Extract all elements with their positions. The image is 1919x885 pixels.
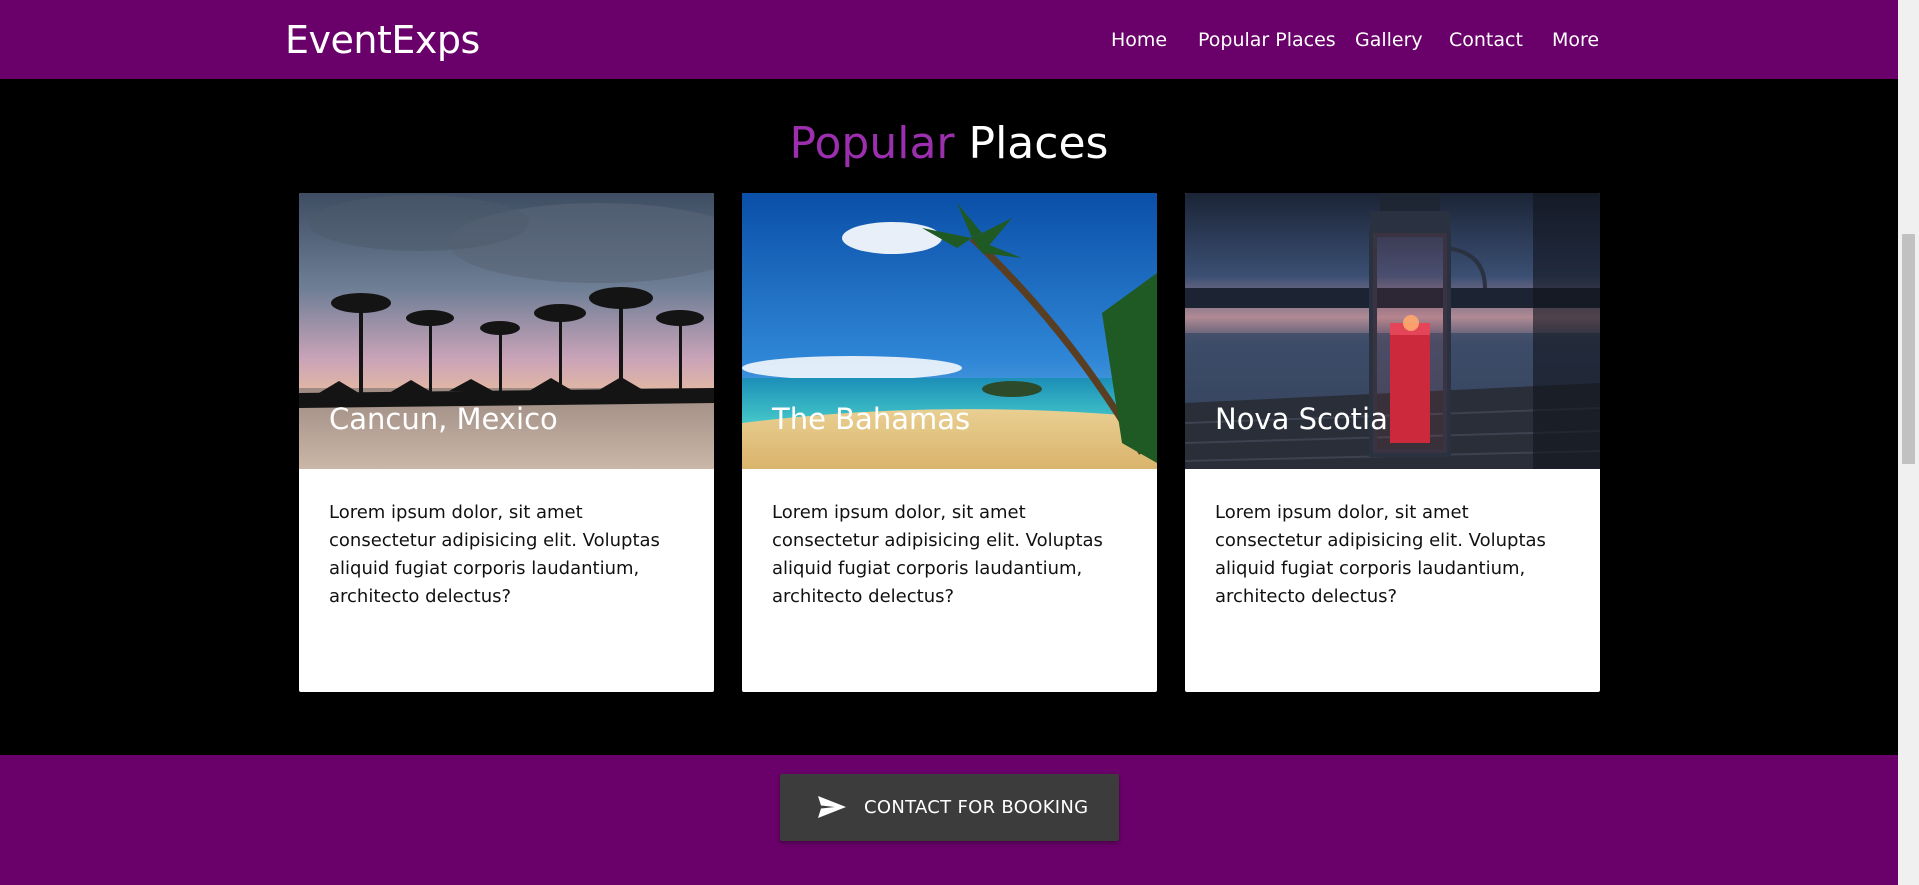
card-title-cancun: Cancun, Mexico [329, 402, 558, 436]
card-image-bahamas: The Bahamas [742, 193, 1157, 469]
contact-for-booking-button[interactable]: CONTACT FOR BOOKING [780, 774, 1119, 841]
place-card-nova-scotia: Nova Scotia Lorem ipsum dolor, sit amet … [1185, 193, 1600, 692]
navbar: EventExps Home Popular Places Gallery Co… [0, 0, 1898, 79]
card-title-bahamas: The Bahamas [772, 402, 971, 436]
card-title-nova-scotia: Nova Scotia [1215, 402, 1388, 436]
brand-logo[interactable]: EventExps [285, 18, 480, 62]
nav-contact[interactable]: Contact [1449, 28, 1523, 52]
place-card-cancun: Cancun, Mexico Lorem ipsum dolor, sit am… [299, 193, 714, 692]
section-title-main: Places [968, 118, 1109, 169]
nav-more[interactable]: More [1552, 28, 1599, 52]
scrollbar-thumb[interactable] [1902, 234, 1915, 464]
card-image-nova-scotia: Nova Scotia [1185, 193, 1600, 469]
section-title: Popular Places [0, 116, 1898, 172]
card-image-cancun: Cancun, Mexico [299, 193, 714, 469]
card-text-cancun: Lorem ipsum dolor, sit amet consectetur … [329, 502, 660, 607]
nav-popular-places[interactable]: Popular Places [1198, 28, 1336, 52]
card-text-nova-scotia: Lorem ipsum dolor, sit amet consectetur … [1215, 502, 1546, 607]
card-text-bahamas: Lorem ipsum dolor, sit amet consectetur … [772, 502, 1103, 607]
booking-button-label: CONTACT FOR BOOKING [864, 797, 1089, 818]
section-title-accent: Popular [789, 118, 955, 169]
nav-gallery[interactable]: Gallery [1355, 28, 1423, 52]
nav-home[interactable]: Home [1111, 28, 1167, 52]
place-card-bahamas: The Bahamas Lorem ipsum dolor, sit amet … [742, 193, 1157, 692]
send-icon [818, 796, 846, 818]
page-scrollbar[interactable] [1898, 0, 1919, 885]
